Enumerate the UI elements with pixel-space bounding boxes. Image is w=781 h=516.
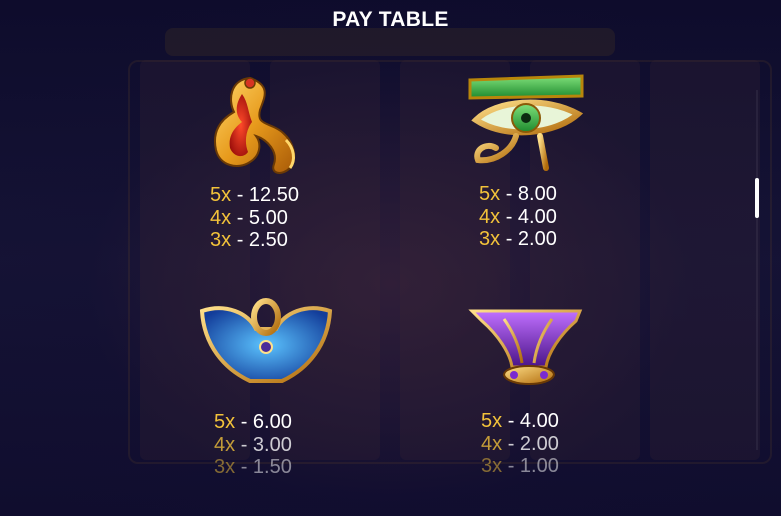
- paytable-winged-ankh: 5x - 6.00 4x - 3.00 3x - 1.50: [214, 411, 364, 479]
- pay-row: 4x - 2.00: [481, 433, 631, 456]
- payout: - 12.50: [236, 184, 299, 206]
- pay-row: 5x - 8.00: [479, 183, 629, 206]
- pay-row: 5x - 6.00: [214, 411, 364, 434]
- eye-of-horus-icon: [456, 70, 596, 190]
- scrollbar-track[interactable]: [756, 90, 758, 450]
- pay-row: 3x - 1.50: [214, 456, 364, 479]
- payout: - 5.00: [236, 206, 288, 229]
- lotus-scarab-icon: [464, 305, 604, 425]
- background-top-bar: [165, 28, 615, 56]
- pay-row: 3x - 2.50: [210, 229, 360, 252]
- multiplier: 5x: [479, 183, 501, 205]
- paytable-eye-of-horus: 5x - 8.00 4x - 4.00 3x - 2.00: [479, 183, 629, 251]
- payout: - 1.50: [240, 456, 292, 478]
- payout: - 2.50: [236, 229, 288, 251]
- payout: - 8.00: [505, 183, 557, 205]
- multiplier: 3x: [481, 455, 503, 477]
- payout: - 3.00: [240, 433, 292, 456]
- pay-row: 4x - 4.00: [479, 206, 629, 229]
- payout: - 1.00: [507, 455, 559, 477]
- page-title: PAY TABLE: [332, 8, 449, 31]
- multiplier: 4x: [214, 433, 236, 456]
- multiplier: 4x: [479, 205, 501, 228]
- payout: - 4.00: [505, 205, 557, 228]
- paytable-lotus-scarab: 5x - 4.00 4x - 2.00 3x - 1.00: [481, 410, 631, 478]
- pay-row: 5x - 12.50: [210, 184, 360, 207]
- multiplier: 3x: [479, 228, 501, 250]
- pay-row: 3x - 2.00: [479, 228, 629, 251]
- winged-ankh-icon: [196, 295, 336, 415]
- scrollbar-thumb[interactable]: [755, 178, 759, 218]
- pay-row: 4x - 5.00: [210, 207, 360, 230]
- multiplier: 4x: [481, 432, 503, 455]
- multiplier: 3x: [214, 456, 236, 478]
- payout: - 2.00: [505, 228, 557, 250]
- pay-row: 3x - 1.00: [481, 455, 631, 478]
- payout: - 4.00: [507, 410, 559, 432]
- cobra-icon: [190, 70, 330, 190]
- payout: - 2.00: [507, 432, 559, 455]
- multiplier: 4x: [210, 206, 232, 229]
- multiplier: 5x: [481, 410, 503, 432]
- background-reel: [650, 60, 760, 460]
- paytable-cobra: 5x - 12.50 4x - 5.00 3x - 2.50: [210, 184, 360, 252]
- multiplier: 5x: [214, 411, 236, 433]
- payout: - 6.00: [240, 411, 292, 433]
- multiplier: 3x: [210, 229, 232, 251]
- pay-row: 4x - 3.00: [214, 434, 364, 457]
- pay-row: 5x - 4.00: [481, 410, 631, 433]
- multiplier: 5x: [210, 184, 232, 206]
